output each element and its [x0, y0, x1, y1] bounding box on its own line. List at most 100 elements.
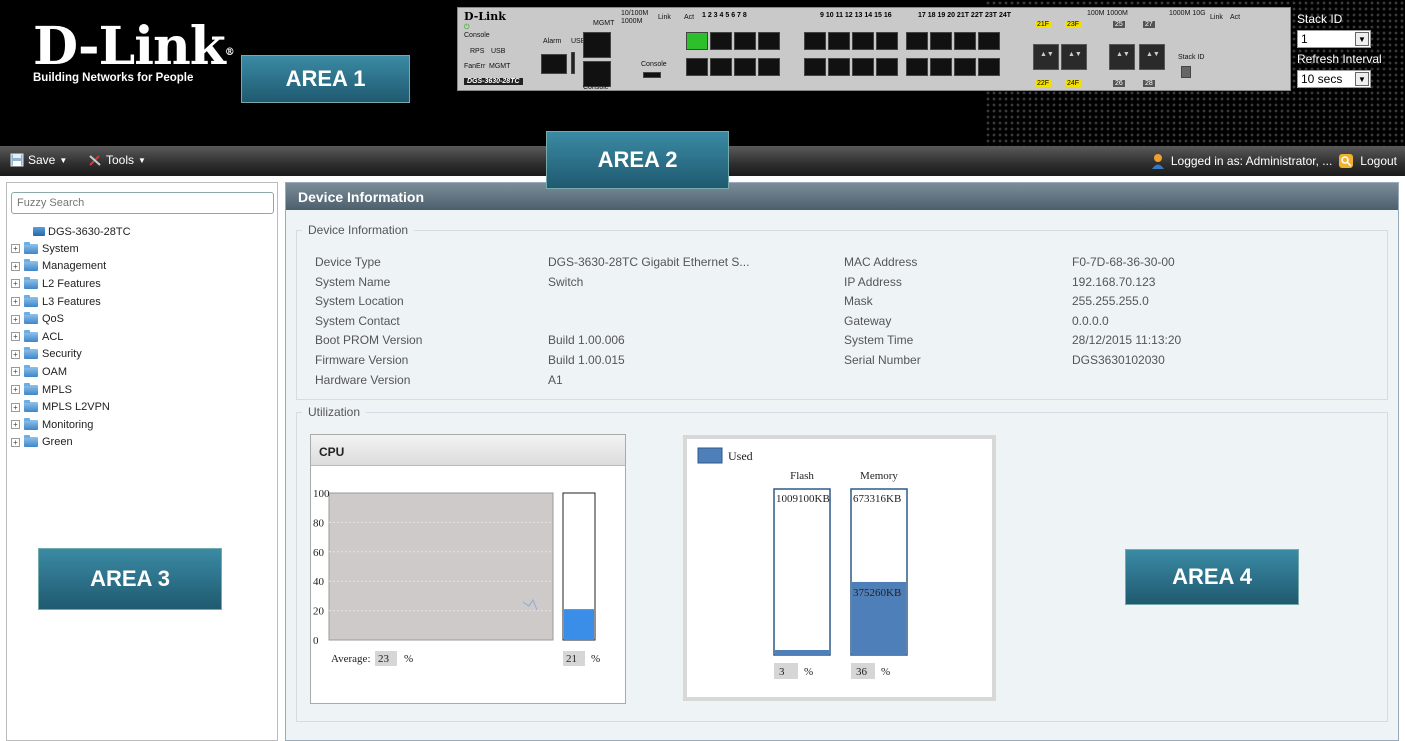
label-28: 28: [1143, 80, 1155, 87]
expand-icon[interactable]: +: [11, 420, 20, 430]
info-value: 255.255.255.0: [1072, 294, 1149, 309]
refresh-interval-value: 10 secs: [1301, 72, 1343, 86]
chevron-down-icon[interactable]: ▼: [1355, 72, 1369, 86]
fuzzy-search-input[interactable]: [11, 192, 274, 214]
sidebar-item-qos[interactable]: + QoS: [11, 310, 131, 328]
sidebar-item-security[interactable]: + Security: [11, 346, 131, 364]
folder-icon: [24, 435, 38, 448]
expand-icon[interactable]: +: [11, 349, 20, 359]
panel-label-console3: Console: [583, 84, 609, 91]
expand-icon[interactable]: +: [11, 297, 20, 307]
expand-icon[interactable]: +: [11, 367, 20, 377]
rj45-port[interactable]: [852, 32, 874, 50]
rj45-port[interactable]: [852, 58, 874, 76]
sidebar-item-mpls[interactable]: + MPLS: [11, 381, 131, 399]
device-front-panel[interactable]: D-Link ⏻ Console RPS USB Fan Err MGMT Al…: [457, 7, 1291, 91]
rj45-port[interactable]: [804, 58, 826, 76]
sidebar-item-acl[interactable]: + ACL: [11, 328, 131, 346]
sfp-port-27[interactable]: ▲▼: [1139, 44, 1165, 70]
sidebar-item-l2-features[interactable]: + L2 Features: [11, 275, 131, 293]
info-label: MAC Address: [844, 255, 918, 269]
header-banner: D-Link® Building Networks for People D-L…: [0, 0, 1405, 146]
sidebar-item-green[interactable]: + Green: [11, 434, 131, 452]
folder-icon: [24, 241, 38, 254]
rj45-port[interactable]: [978, 58, 1000, 76]
expand-icon[interactable]: +: [11, 244, 20, 254]
info-label: System Time: [844, 333, 914, 348]
info-label: Firmware Version: [315, 353, 409, 367]
rj45-port[interactable]: [686, 32, 708, 50]
logged-in-text: Logged in as: Administrator, ...: [1170, 154, 1333, 168]
expand-icon[interactable]: +: [11, 332, 20, 342]
rj45-port[interactable]: [734, 32, 756, 50]
rj45-port[interactable]: [758, 58, 780, 76]
alarm-port[interactable]: [541, 54, 567, 74]
panel-label-err: Err: [476, 63, 486, 70]
sidebar-item-monitoring[interactable]: + Monitoring: [11, 416, 131, 434]
sfp-port-25[interactable]: ▲▼: [1109, 44, 1135, 70]
rj45-port[interactable]: [828, 32, 850, 50]
tools-button[interactable]: Tools ▼: [88, 153, 146, 167]
sidebar-item-label: Management: [42, 260, 107, 273]
rj45-port[interactable]: [828, 58, 850, 76]
caret-down-icon: ▼: [138, 155, 146, 165]
tree-root-device[interactable]: DGS-3630-28TC: [11, 223, 131, 240]
sidebar-item-management[interactable]: + Management: [11, 258, 131, 276]
rj45-port[interactable]: [876, 32, 898, 50]
rj45-port[interactable]: [710, 32, 732, 50]
stack-id-led: [1181, 66, 1191, 78]
rj45-port[interactable]: [734, 58, 756, 76]
expand-icon[interactable]: +: [11, 385, 20, 395]
expand-icon[interactable]: +: [11, 279, 20, 289]
panel-label-mgmt: MGMT: [489, 63, 511, 70]
refresh-interval-select[interactable]: 10 secs ▼: [1297, 70, 1371, 88]
label-26: 26: [1113, 80, 1125, 87]
memory-chart: Used Flash 1009100KB 3 % Memory 673316KB 375260…: [697, 447, 908, 679]
sidebar-item-mpls-l2vpn[interactable]: + MPLS L2VPN: [11, 398, 131, 416]
rj45-port[interactable]: [978, 32, 1000, 50]
save-button[interactable]: Save ▼: [10, 153, 67, 167]
cpu-y-tick: 0: [313, 635, 319, 647]
rj45-port[interactable]: [954, 58, 976, 76]
port-numbers-1-8: 1 2 3 4 5 6 7 8: [702, 12, 747, 19]
expand-icon[interactable]: +: [11, 402, 20, 412]
sidebar-item-label: QoS: [42, 313, 65, 326]
device-info-fieldset: [296, 230, 1388, 400]
stack-id-select[interactable]: 1 ▼: [1297, 30, 1371, 48]
sfp-port-23f[interactable]: ▲▼: [1061, 44, 1087, 70]
expand-icon[interactable]: +: [11, 261, 20, 271]
rj45-port[interactable]: [804, 32, 826, 50]
logout-icon[interactable]: [1338, 153, 1354, 169]
cpu-y-tick: 80: [313, 517, 325, 529]
expand-icon[interactable]: +: [11, 314, 20, 324]
expand-icon[interactable]: +: [11, 437, 20, 447]
sidebar-item-label: System: [42, 242, 79, 255]
rj45-port[interactable]: [930, 32, 952, 50]
sfp-port-21f[interactable]: ▲▼: [1033, 44, 1059, 70]
rj45-port[interactable]: [906, 58, 928, 76]
rj45-port[interactable]: [906, 32, 928, 50]
area-3-label: AREA 3: [38, 548, 222, 610]
user-area: Logged in as: Administrator, ... Logout: [1151, 153, 1397, 169]
mini-console-port[interactable]: [643, 72, 661, 78]
panel-label-speed1: 10/100M: [621, 10, 649, 17]
folder-icon: [24, 364, 38, 377]
sidebar-item-system[interactable]: + System: [11, 240, 131, 258]
rj45-port[interactable]: [758, 32, 780, 50]
logout-link[interactable]: Logout: [1360, 154, 1397, 168]
flash-bar-fill: [775, 650, 829, 655]
tree-root-label: DGS-3630-28TC: [48, 225, 131, 238]
port-numbers-17-24: 17 18 19 20 21T 22T 23T 24T: [918, 12, 1012, 19]
rj45-port[interactable]: [876, 58, 898, 76]
rj45-port[interactable]: [954, 32, 976, 50]
info-value: Switch: [548, 274, 584, 289]
rj45-port[interactable]: [930, 58, 952, 76]
mgmt-port[interactable]: [583, 32, 611, 58]
rj45-port[interactable]: [710, 58, 732, 76]
usb-port[interactable]: [571, 52, 575, 74]
area-4-label: AREA 4: [1125, 549, 1299, 605]
rj45-port[interactable]: [686, 58, 708, 76]
sidebar-item-oam[interactable]: + OAM: [11, 363, 131, 381]
sidebar-item-l3-features[interactable]: + L3 Features: [11, 293, 131, 311]
chevron-down-icon[interactable]: ▼: [1355, 32, 1369, 46]
